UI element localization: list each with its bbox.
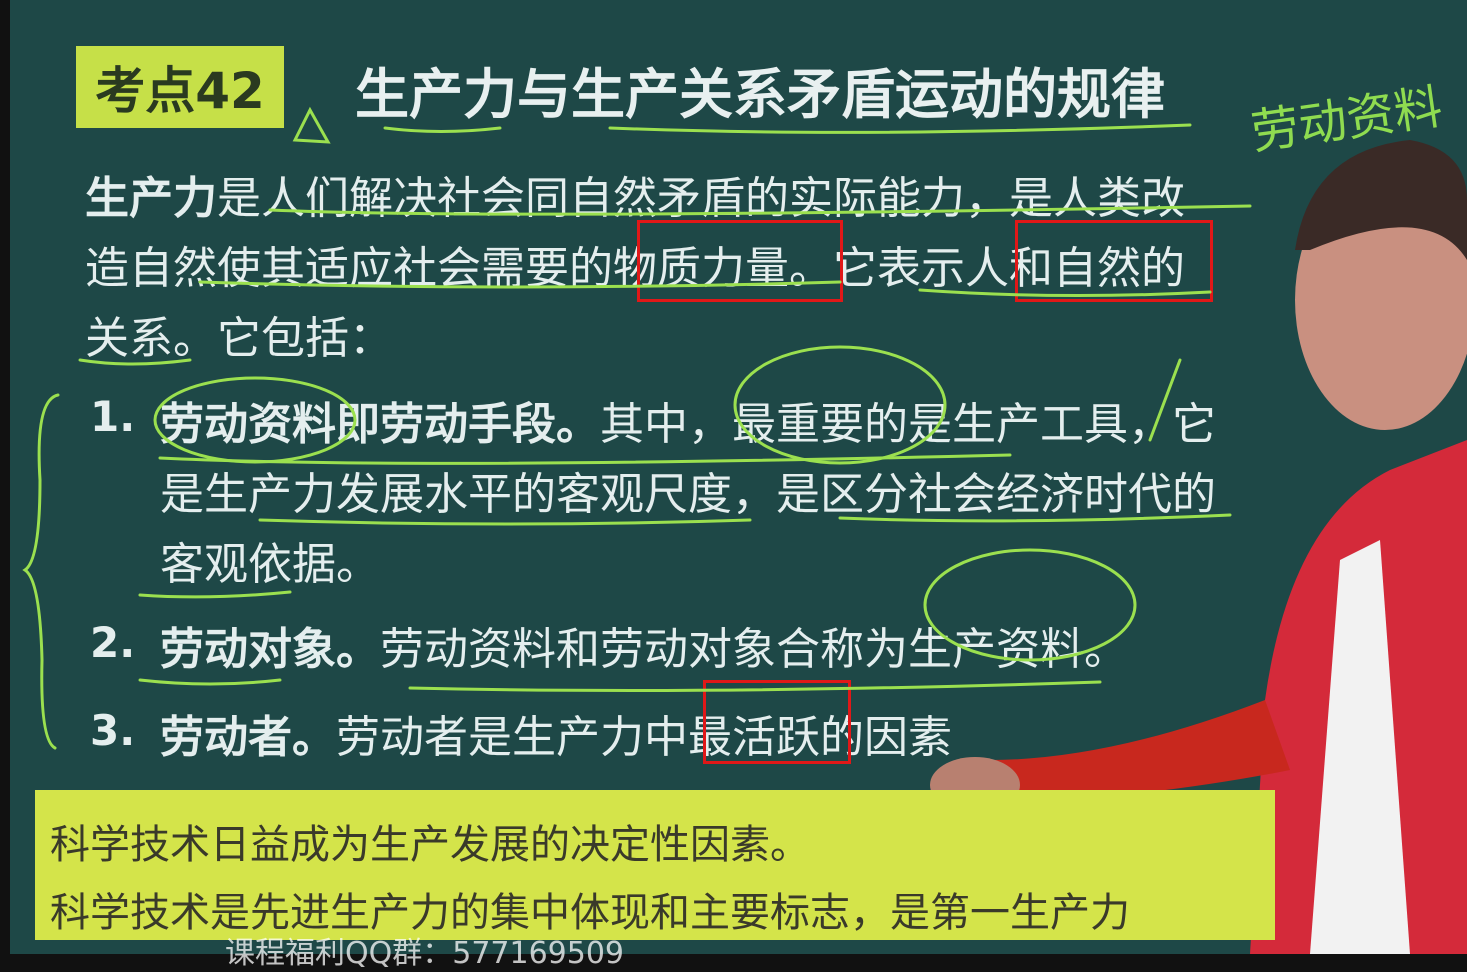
slash-mark: [1148, 358, 1182, 442]
underline: [838, 513, 1232, 523]
brace-mark: [22, 393, 60, 750]
slide-board: 考点42 生产力与生产关系矛盾运动的规律 生产力是人们解决社会同自然矛盾的实际能…: [10, 0, 1467, 971]
watermark-text: 课程福利QQ群：577169509: [225, 936, 625, 971]
summary-line-1: 科学技术日益成为生产发展的决定性因素。: [50, 822, 810, 868]
triangle-mark: [292, 106, 331, 144]
underline: [383, 126, 502, 133]
underline: [608, 123, 1192, 134]
circle-mark: [923, 548, 1137, 662]
underline: [198, 280, 842, 289]
underline: [138, 590, 292, 599]
underline: [268, 204, 1252, 216]
underline: [138, 678, 282, 686]
circle-mark: [733, 345, 947, 465]
summary-highlight-box: 科学技术日益成为生产发展的决定性因素。 科学技术是先进生产力的集中体现和主要标志…: [35, 790, 1275, 940]
underline: [918, 288, 1212, 298]
circle-mark: [153, 376, 357, 464]
underline: [408, 680, 1102, 692]
underline: [78, 358, 192, 366]
underline: [258, 518, 752, 526]
